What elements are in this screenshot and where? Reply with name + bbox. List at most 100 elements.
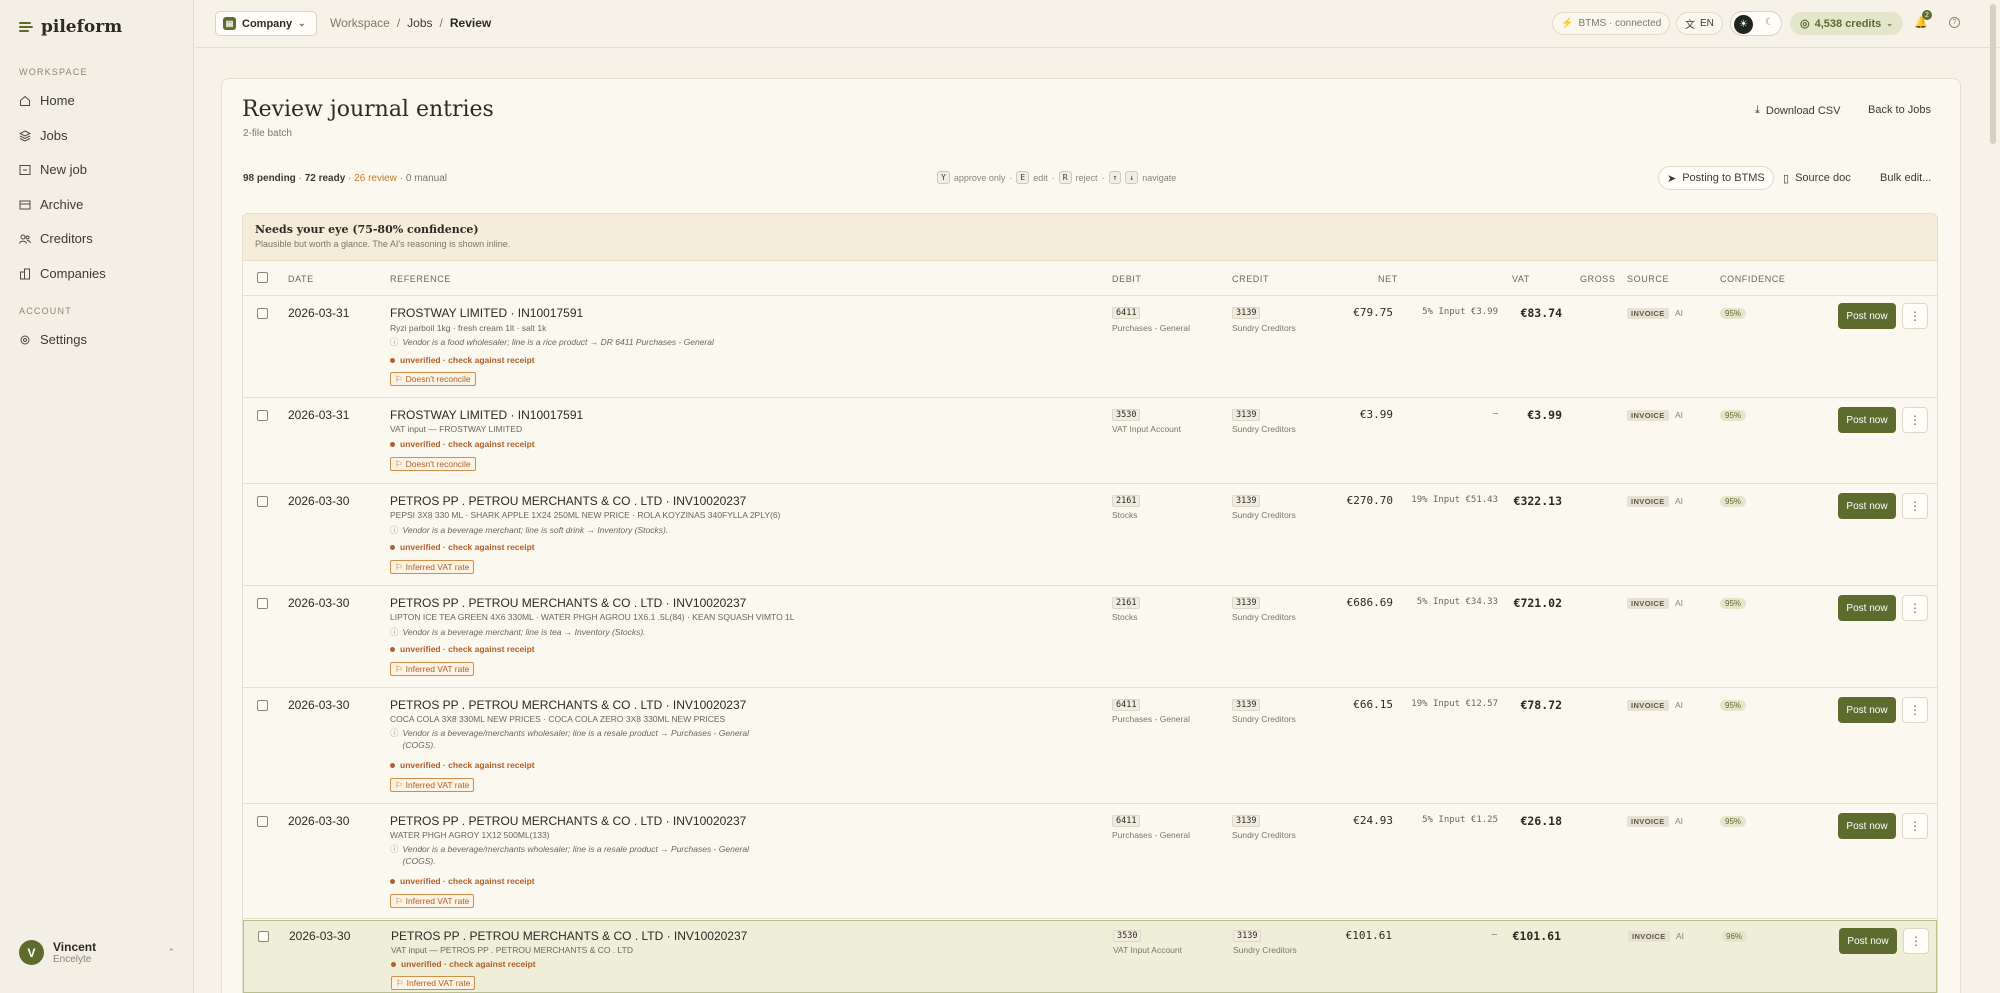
more-options-icon[interactable]: ⋮ [1902,493,1928,519]
post-now-button[interactable]: Post now [1838,303,1896,329]
row-checkbox[interactable] [257,496,268,507]
select-all-checkbox[interactable] [257,272,268,283]
notification-count: 2 [1922,10,1932,20]
sidebar-item-jobs[interactable]: Jobs [19,128,67,143]
row-checkbox[interactable] [257,598,268,609]
back-to-jobs-button[interactable]: Back to Jobs [1868,104,1931,116]
row-checkbox[interactable] [258,931,269,942]
entry-reference[interactable]: PETROS PP . PETROU MERCHANTS & CO . LTD … [390,698,746,712]
issue-flag-label: Inferred VAT rate [405,780,470,790]
source-badge: INVOICE [1627,496,1669,507]
more-options-icon[interactable]: ⋮ [1902,813,1928,839]
column-header-debit[interactable]: DEBIT [1112,274,1142,284]
credit-account-code[interactable]: 3139 [1232,815,1261,827]
more-options-icon[interactable]: ⋮ [1902,303,1928,329]
sidebar-item-new-job[interactable]: New job [19,162,87,177]
row-checkbox[interactable] [257,700,268,711]
post-now-button[interactable]: Post now [1838,407,1896,433]
posting-target-button[interactable]: ➤ Posting to BTMS [1658,166,1774,190]
issue-flag[interactable]: ⚐ Inferred VAT rate [391,976,476,990]
unverified-text: unverified · check against receipt [400,760,535,770]
help-icon[interactable]: ? [1949,17,1960,28]
entry-reference[interactable]: PETROS PP . PETROU MERCHANTS & CO . LTD … [391,929,747,943]
credit-account-code[interactable]: 3139 [1233,930,1262,942]
credit-account-code[interactable]: 3139 [1232,495,1261,507]
sidebar-item-companies[interactable]: Companies [19,266,106,281]
breadcrumb-jobs[interactable]: Jobs [407,16,432,30]
issue-flag[interactable]: ⚐ Inferred VAT rate [390,662,475,676]
column-header-credit[interactable]: CREDIT [1232,274,1269,284]
post-now-button[interactable]: Post now [1839,928,1897,954]
table-row[interactable]: 2026-03-31 FROSTWAY LIMITED · IN10017591… [243,296,1937,398]
more-options-icon[interactable]: ⋮ [1903,928,1929,954]
issue-flag[interactable]: ⚐ Inferred VAT rate [390,778,475,792]
column-header-confidence[interactable]: CONFIDENCE [1720,274,1786,284]
sidebar-item-archive[interactable]: Archive [19,197,83,212]
more-options-icon[interactable]: ⋮ [1902,407,1928,433]
debit-account-code[interactable]: 3530 [1112,409,1141,421]
credit-account-code[interactable]: 3139 [1232,409,1261,421]
ai-reasoning: ⓘ Vendor is a beverage merchant; line is … [390,626,770,638]
credits-badge[interactable]: ◎ 4,538 credits ⌄ [1790,12,1903,35]
debit-account-name: VAT Input Account [1113,945,1182,955]
table-row[interactable]: 2026-03-30 PETROS PP . PETROU MERCHANTS … [243,689,1937,804]
credit-account-code[interactable]: 3139 [1232,699,1261,711]
table-row[interactable]: 2026-03-30 PETROS PP . PETROU MERCHANTS … [243,920,1937,993]
debit-account-code[interactable]: 6411 [1112,307,1141,319]
download-csv-button[interactable]: ⤓ Download CSV [1755,104,1840,117]
more-options-icon[interactable]: ⋮ [1902,697,1928,723]
issue-flag[interactable]: ⚐ Inferred VAT rate [390,894,475,908]
post-now-button[interactable]: Post now [1838,697,1896,723]
btms-status[interactable]: ⚡ BTMS · connected [1552,12,1671,35]
column-header-net[interactable]: NET [1378,274,1398,284]
logo[interactable]: pileform [19,17,122,37]
column-header-vat[interactable]: VAT [1512,274,1530,284]
issue-flag[interactable]: ⚐ Inferred VAT rate [390,560,475,574]
sidebar-item-settings[interactable]: Settings [19,332,87,347]
credit-account-code[interactable]: 3139 [1232,597,1261,609]
theme-toggle[interactable]: ☀ ☾ [1730,11,1782,36]
post-now-button[interactable]: Post now [1838,595,1896,621]
sidebar-item-creditors[interactable]: Creditors [19,231,93,246]
issue-flag[interactable]: ⚐ Doesn't reconcile [390,457,476,471]
post-now-button[interactable]: Post now [1838,813,1896,839]
entry-reference[interactable]: PETROS PP . PETROU MERCHANTS & CO . LTD … [390,814,746,828]
row-checkbox[interactable] [257,816,268,827]
column-header-reference[interactable]: REFERENCE [390,274,451,284]
bulk-edit-button[interactable]: Bulk edit... [1872,166,1939,190]
row-checkbox[interactable] [257,410,268,421]
confidence-badge: 95% [1720,816,1747,827]
entry-date: 2026-03-30 [288,814,350,828]
breadcrumb-workspace[interactable]: Workspace [330,16,390,30]
credit-account-code[interactable]: 3139 [1232,307,1261,319]
table-row[interactable]: 2026-03-31 FROSTWAY LIMITED · IN10017591… [243,399,1937,484]
sidebar-item-label: Archive [40,197,84,212]
column-header-date[interactable]: DATE [288,274,314,284]
debit-account-code[interactable]: 2161 [1112,597,1141,609]
row-checkbox[interactable] [257,308,268,319]
user-menu[interactable]: V Vincent Encelyte ⌃ [19,940,175,965]
debit-account-code[interactable]: 6411 [1112,815,1141,827]
table-row[interactable]: 2026-03-30 PETROS PP . PETROU MERCHANTS … [243,485,1937,586]
debit-account-code[interactable]: 6411 [1112,699,1141,711]
post-now-button[interactable]: Post now [1838,493,1896,519]
table-row[interactable]: 2026-03-30 PETROS PP . PETROU MERCHANTS … [243,805,1937,919]
debit-account-code[interactable]: 2161 [1112,495,1141,507]
account-section-label: ACCOUNT [19,306,72,316]
company-switcher[interactable]: ▤ Company ⌄ [215,11,317,36]
entry-reference[interactable]: PETROS PP . PETROU MERCHANTS & CO . LTD … [390,596,746,610]
entry-reference[interactable]: PETROS PP . PETROU MERCHANTS & CO . LTD … [390,494,746,508]
more-options-icon[interactable]: ⋮ [1902,595,1928,621]
column-header-gross[interactable]: GROSS [1580,274,1616,284]
language-switcher[interactable]: 文 EN [1676,12,1723,35]
entry-reference[interactable]: FROSTWAY LIMITED · IN10017591 [390,408,583,422]
page-title: Review journal entries [242,97,494,122]
table-row[interactable]: 2026-03-30 PETROS PP . PETROU MERCHANTS … [243,587,1937,688]
source-doc-button[interactable]: ▯ Source doc [1775,166,1859,190]
issue-flag[interactable]: ⚐ Doesn't reconcile [390,372,476,386]
scrollbar[interactable] [1990,4,1996,144]
entry-reference[interactable]: FROSTWAY LIMITED · IN10017591 [390,306,583,320]
sidebar-item-home[interactable]: Home [19,93,75,108]
debit-account-code[interactable]: 3530 [1113,930,1142,942]
column-header-source[interactable]: SOURCE [1627,274,1669,284]
